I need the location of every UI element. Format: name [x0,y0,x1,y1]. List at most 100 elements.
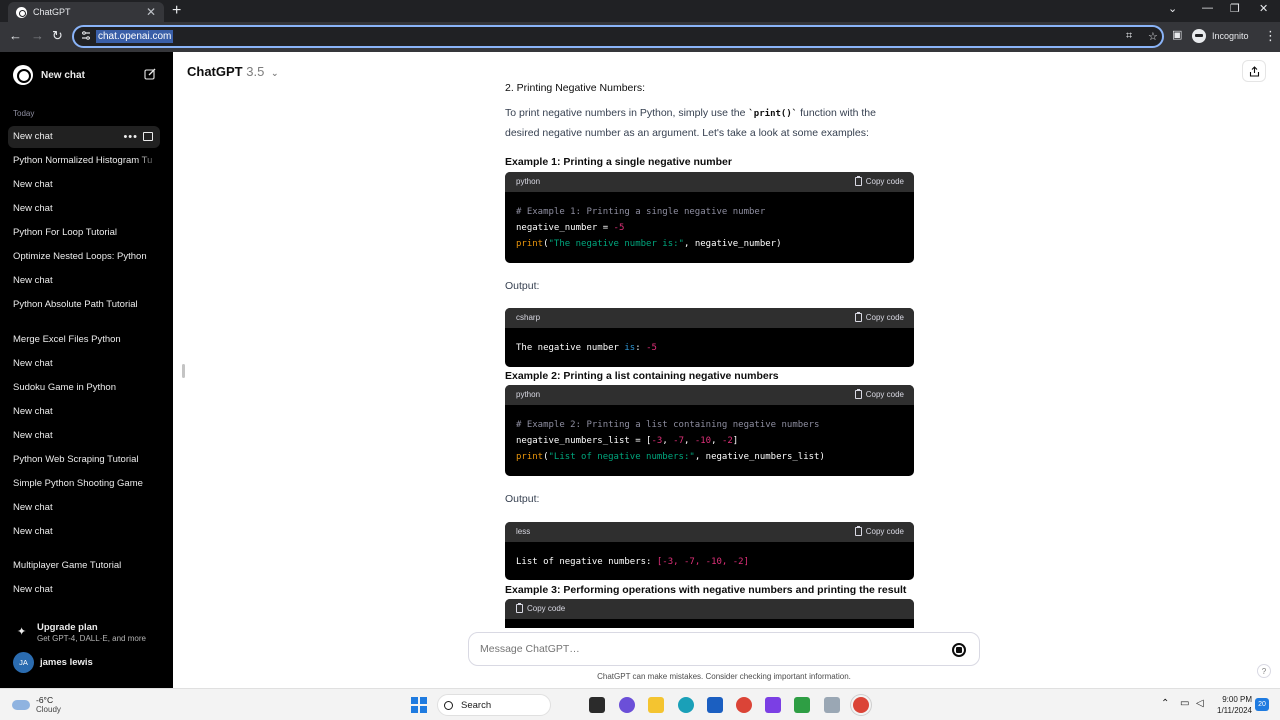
taskbar-search[interactable]: Search [437,694,551,716]
file-explorer-icon[interactable] [648,697,664,713]
copy-code-button[interactable]: Copy code [854,176,904,186]
compose-icon[interactable] [144,68,156,80]
clipboard-icon [516,603,523,613]
url-text[interactable]: chat.openai.com [96,30,174,43]
sidebar: New chat Today New chat ••• Python Norma… [0,52,173,688]
bookmark-star-icon[interactable]: ☆ [1148,30,1158,43]
intro-text: To print negative numbers in Python, sim… [505,107,749,119]
chrome-active-icon[interactable] [853,697,869,713]
edge-browser-icon[interactable] [678,697,694,713]
avatar: JA [13,652,34,673]
copy-code-button[interactable]: Copy code [854,389,904,399]
intro-paragraph: To print negative numbers in Python, sim… [505,104,905,143]
back-icon[interactable]: ← [9,28,22,43]
browser-menu-icon[interactable]: ⋮ [1264,28,1277,44]
user-menu[interactable]: JA james lewis [13,652,93,673]
sidebar-chat-item[interactable]: Optimize Nested Loops: Python [8,246,160,268]
site-info-icon[interactable] [80,30,92,42]
taskbar-clock[interactable]: 9:00 PM 1/11/2024 [1217,694,1252,716]
sparkle-icon: ✦ [17,626,27,638]
sidebar-chat-item[interactable]: New chat [8,174,160,196]
share-icon [1249,65,1259,77]
reload-icon[interactable]: ↻ [52,28,63,44]
sidebar-collapse-handle[interactable] [182,364,185,378]
chrome-icon[interactable] [736,697,752,713]
copy-code-button[interactable]: Copy code [516,603,565,613]
forward-icon[interactable]: → [31,28,44,43]
sidebar-chat-item[interactable]: Simple Python Shooting Game [8,473,160,495]
copy-code-button[interactable]: Copy code [854,312,904,322]
code-string: "List of negative numbers:" [548,452,695,462]
upgrade-subtitle: Get GPT-4, DALL·E, and more [37,634,146,643]
message-composer[interactable] [468,632,980,666]
store-icon[interactable] [707,697,723,713]
sidebar-chat-item[interactable]: New chat [8,353,160,375]
code-comment: # Example 1: Printing a single negative … [516,207,766,217]
code-content: # Example 2: Printing a list containing … [516,420,825,462]
message-input[interactable] [480,643,920,655]
example-3-heading: Example 3: Performing operations with ne… [505,584,907,596]
copy-code-button[interactable]: Copy code [854,526,904,536]
spreadsheet-app-icon[interactable] [794,697,810,713]
example-1-heading: Example 1: Printing a single negative nu… [505,156,732,168]
weather-widget[interactable]: -6°C Cloudy [12,695,61,714]
code-text: , negative_numbers_list) [694,452,825,462]
sidebar-chat-item[interactable]: New chat ••• [8,126,160,148]
clipboard-icon [854,312,862,322]
archive-icon[interactable] [143,132,153,141]
sidebar-chat-item[interactable]: Python Normalized Histogram Tu [8,150,160,172]
browser-tab[interactable]: ChatGPT ✕ [8,2,164,22]
sidebar-chat-item[interactable]: Python For Loop Tutorial [8,222,160,244]
stop-generating-button[interactable] [952,643,966,657]
share-button[interactable] [1242,60,1266,82]
code-block: python Copy code # Example 1: Printing a… [505,172,914,263]
clipboard-icon [854,526,862,536]
sidebar-chat-item[interactable]: Multiplayer Game Tutorial [8,555,160,577]
copy-code-label: Copy code [865,177,904,186]
tab-search-icon[interactable]: ⌄ [1168,2,1177,15]
sidebar-chat-item[interactable]: New chat [8,401,160,423]
side-panel-icon[interactable]: ▣ [1172,28,1182,41]
code-number: -2 [721,436,733,446]
more-options-icon[interactable]: ••• [123,126,138,148]
user-name: james lewis [40,657,93,668]
address-bar[interactable]: chat.openai.com ⌗ ☆ [72,25,1164,48]
sidebar-chat-item[interactable]: Merge Excel Files Python [8,329,160,351]
search-icon [444,700,453,710]
network-icon[interactable]: ▭ [1180,698,1189,709]
new-tab-button[interactable]: + [172,2,181,20]
sidebar-new-chat[interactable]: New chat [8,64,160,86]
code-block-header: Copy code [505,599,914,619]
sidebar-chat-item[interactable]: Python Absolute Path Tutorial [8,294,160,316]
sidebar-chat-item[interactable]: Sudoku Game in Python [8,377,160,399]
incognito-indicator[interactable]: Incognito [1192,29,1249,43]
tab-close-icon[interactable]: ✕ [146,5,156,19]
code-string: "The negative number is:" [548,239,684,249]
upgrade-title: Upgrade plan [37,622,98,633]
notification-badge[interactable]: 20 [1255,698,1269,711]
tracking-protection-icon[interactable]: ⌗ [1126,30,1132,43]
task-view-icon[interactable] [589,697,605,713]
model-selector[interactable]: ChatGPT 3.5 ⌄ [187,64,279,79]
sidebar-chat-item[interactable]: Python Web Scraping Tutorial [8,449,160,471]
restore-icon[interactable]: ❐ [1230,2,1240,15]
sidebar-chat-item[interactable]: New chat [8,270,160,292]
tray-expand-icon[interactable]: ⌃ [1161,698,1169,709]
code-block-header: python Copy code [505,385,914,405]
sidebar-chat-item[interactable]: New chat [8,425,160,447]
sidebar-chat-item[interactable]: New chat [8,521,160,543]
upgrade-plan-button[interactable]: ✦ Upgrade plan Get GPT-4, DALL·E, and mo… [13,619,163,645]
openai-logo-icon [13,65,33,85]
vpn-app-icon[interactable] [765,697,781,713]
window-close-icon[interactable]: ✕ [1259,2,1268,15]
screen-tool-icon[interactable] [824,697,840,713]
volume-icon[interactable]: ◁ [1196,698,1204,709]
windows-start-icon[interactable] [411,697,427,713]
help-button[interactable]: ? [1257,664,1271,678]
sidebar-chat-item[interactable]: New chat [8,497,160,519]
chat-app-icon[interactable] [619,697,635,713]
sidebar-chat-item[interactable]: New chat [8,579,160,601]
sidebar-chat-item[interactable]: New chat [8,198,160,220]
minimize-icon[interactable]: — [1202,2,1213,14]
code-language: less [516,527,531,536]
